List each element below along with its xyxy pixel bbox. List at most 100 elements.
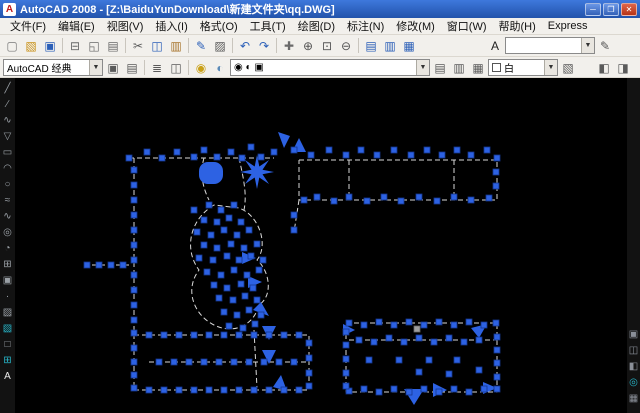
grip[interactable] — [206, 387, 212, 393]
grip[interactable] — [131, 272, 137, 278]
block-editor-button[interactable]: ▨ — [211, 37, 229, 54]
grip[interactable] — [161, 387, 167, 393]
grip[interactable] — [230, 297, 236, 303]
grip[interactable] — [421, 322, 427, 328]
grip[interactable] — [214, 245, 220, 251]
grip[interactable] — [231, 359, 237, 365]
grip[interactable] — [406, 389, 412, 395]
grip[interactable] — [343, 329, 349, 335]
selected-geometry-line[interactable] — [239, 158, 245, 210]
grip[interactable] — [248, 253, 254, 259]
grip[interactable] — [306, 340, 312, 346]
grip[interactable] — [260, 257, 266, 263]
plot-button[interactable]: ⊟ — [66, 37, 84, 54]
grip[interactable] — [146, 387, 152, 393]
chevron-down-icon[interactable]: ▼ — [89, 60, 102, 75]
revision-cloud-tool[interactable]: ≈ — [1, 194, 14, 207]
grip[interactable] — [241, 245, 247, 251]
grip[interactable] — [476, 337, 482, 343]
grip[interactable] — [343, 370, 349, 376]
layer-properties-button[interactable]: ≣ — [148, 59, 166, 76]
grip[interactable] — [174, 149, 180, 155]
grip[interactable] — [224, 253, 230, 259]
grip[interactable] — [248, 144, 254, 150]
grip[interactable] — [376, 319, 382, 325]
grip[interactable] — [144, 149, 150, 155]
grip[interactable] — [216, 295, 222, 301]
new-file-button[interactable]: ▢ — [3, 37, 21, 54]
grip[interactable] — [439, 152, 445, 158]
grip[interactable] — [256, 267, 262, 273]
grip[interactable] — [454, 357, 460, 363]
grip[interactable] — [276, 359, 282, 365]
pan-button[interactable]: ✚ — [280, 37, 298, 54]
polygon-tool[interactable]: ▽ — [1, 130, 14, 143]
solid-blob-shape[interactable] — [199, 162, 223, 184]
text-style-button[interactable]: A — [486, 37, 504, 54]
grip[interactable] — [261, 359, 267, 365]
ellipse-arc-tool[interactable]: ◔ — [1, 242, 14, 255]
grip[interactable] — [108, 262, 114, 268]
grip[interactable] — [466, 319, 472, 325]
line-tool[interactable]: ╱ — [1, 82, 14, 95]
properties-button[interactable]: ▤ — [362, 37, 380, 54]
grip[interactable] — [218, 207, 224, 213]
grip[interactable] — [306, 370, 312, 376]
layer-states-button[interactable]: ◫ — [167, 59, 185, 76]
grip[interactable] — [468, 197, 474, 203]
grip[interactable] — [231, 267, 237, 273]
workspace-combo[interactable]: AutoCAD 经典▼ — [3, 59, 103, 76]
selected-geometry-line[interactable] — [254, 330, 257, 388]
grip[interactable] — [291, 212, 297, 218]
grip[interactable] — [468, 152, 474, 158]
grip[interactable] — [364, 198, 370, 204]
grip[interactable] — [191, 387, 197, 393]
publish-button[interactable]: ▤ — [104, 37, 122, 54]
grip[interactable] — [436, 319, 442, 325]
grip[interactable] — [356, 337, 362, 343]
maximize-button[interactable]: ❐ — [603, 3, 619, 16]
menu-modify[interactable]: 修改(M) — [390, 17, 441, 35]
grip[interactable] — [246, 307, 252, 313]
grip[interactable] — [291, 147, 297, 153]
grip[interactable] — [214, 154, 220, 160]
grip[interactable] — [204, 269, 210, 275]
grip[interactable] — [486, 195, 492, 201]
toolbar-extra-button-2[interactable]: ◨ — [614, 59, 632, 76]
grip[interactable] — [376, 389, 382, 395]
menu-express[interactable]: Express — [542, 19, 594, 33]
grip[interactable] — [361, 322, 367, 328]
style-manager-button[interactable]: ✎ — [596, 37, 614, 54]
array-tool[interactable]: ▦ — [627, 392, 640, 405]
grip[interactable] — [244, 272, 250, 278]
menu-insert[interactable]: 插入(I) — [149, 17, 193, 35]
drawing-canvas[interactable] — [15, 78, 627, 413]
grip[interactable] — [131, 317, 137, 323]
grip[interactable] — [446, 335, 452, 341]
grip[interactable] — [346, 320, 352, 326]
grip[interactable] — [398, 198, 404, 204]
grip[interactable] — [171, 359, 177, 365]
grip[interactable] — [391, 386, 397, 392]
grip[interactable] — [481, 322, 487, 328]
grip[interactable] — [218, 272, 224, 278]
grip[interactable] — [494, 374, 500, 380]
grip[interactable] — [296, 332, 302, 338]
grip[interactable] — [238, 281, 244, 287]
plot-preview-button[interactable]: ◱ — [85, 37, 103, 54]
grip[interactable] — [201, 359, 207, 365]
grip[interactable] — [238, 219, 244, 225]
grip[interactable] — [466, 389, 472, 395]
grip[interactable] — [176, 332, 182, 338]
grip[interactable] — [254, 297, 260, 303]
cut-button[interactable]: ✂ — [129, 37, 147, 54]
grip[interactable] — [191, 332, 197, 338]
grip[interactable] — [266, 332, 272, 338]
grip[interactable] — [301, 197, 307, 203]
menu-help[interactable]: 帮助(H) — [493, 17, 542, 35]
offset-tool[interactable]: ◎ — [627, 376, 640, 389]
grip[interactable] — [191, 154, 197, 160]
grip[interactable] — [210, 257, 216, 263]
grip[interactable] — [493, 320, 499, 326]
arrow-triangle-shape[interactable] — [278, 132, 290, 148]
